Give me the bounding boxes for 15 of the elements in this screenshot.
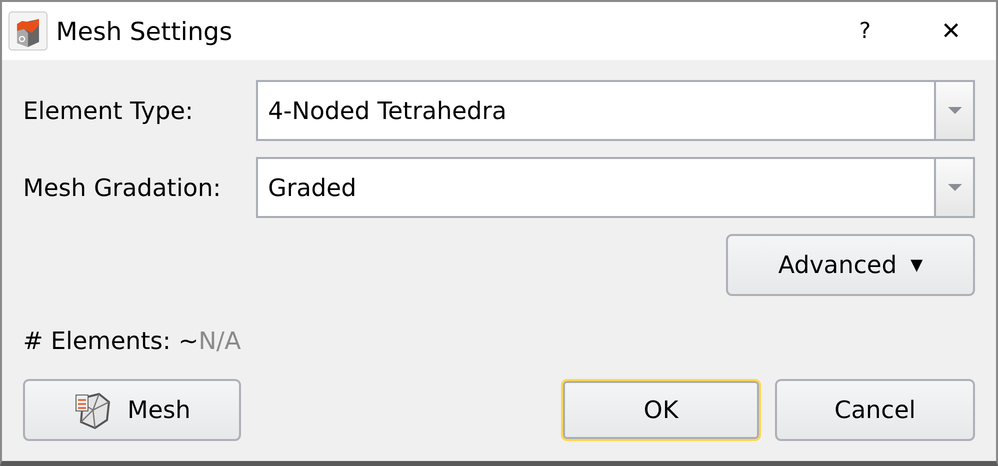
help-button[interactable]: ? bbox=[830, 2, 900, 60]
close-button[interactable]: ✕ bbox=[916, 2, 986, 60]
dropdown-arrow-icon bbox=[948, 106, 962, 114]
cancel-button[interactable]: Cancel bbox=[775, 379, 975, 441]
advanced-button[interactable]: Advanced $^{▼}$ bbox=[726, 234, 975, 296]
dropdown-field[interactable]: Graded bbox=[256, 157, 975, 218]
dropdown-field[interactable]: 4-Noded Tetrahedra bbox=[256, 80, 975, 141]
elements-count: # Elements: ~N/A bbox=[23, 327, 242, 355]
field-label: Mesh Gradation: bbox=[23, 174, 222, 202]
window-title: Mesh Settings bbox=[56, 16, 234, 46]
dropdown-arrow-icon bbox=[948, 184, 962, 192]
ok-button[interactable]: OK bbox=[561, 379, 761, 441]
app-icon bbox=[8, 11, 48, 51]
mesh-button[interactable]: Mesh bbox=[23, 379, 241, 441]
field-label: Element Type: bbox=[23, 96, 194, 124]
